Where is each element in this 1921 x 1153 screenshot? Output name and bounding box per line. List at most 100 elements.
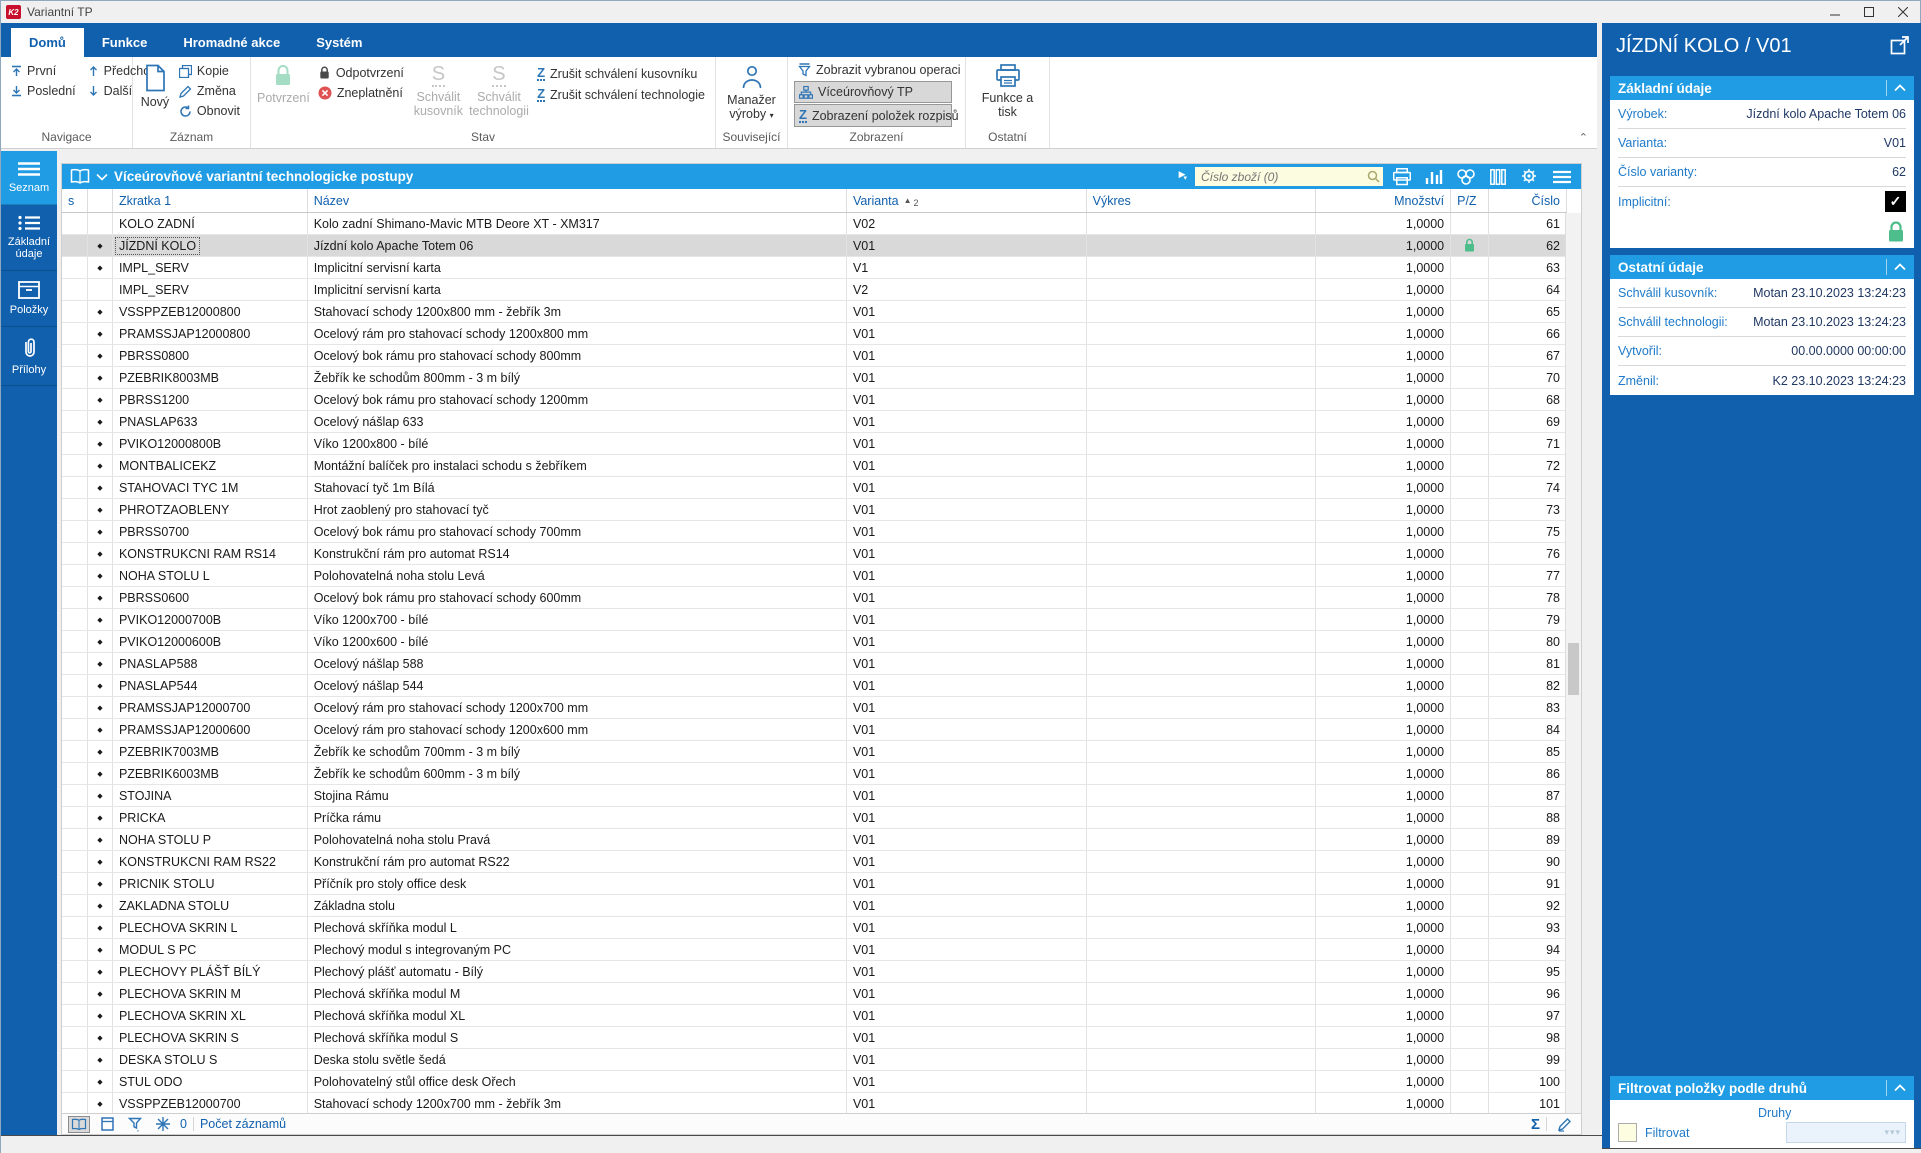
filter-checkbox[interactable] bbox=[1618, 1123, 1637, 1142]
ribbon-collapse-chevron-icon[interactable]: ⌃ bbox=[1579, 131, 1588, 144]
book-view-toggle-icon[interactable] bbox=[68, 1116, 90, 1133]
table-row[interactable]: ◆ STAHOVACI TYC 1M Stahovací tyč 1m Bílá… bbox=[62, 477, 1567, 499]
field-varianta[interactable]: Varianta: V01 bbox=[1618, 129, 1906, 158]
new-button[interactable]: Nový bbox=[139, 61, 171, 109]
unconfirm-button[interactable]: Odpotvrzení bbox=[314, 63, 408, 83]
items-breakdown-view-button[interactable]: Z Zobrazení položek rozpisů bbox=[794, 104, 952, 127]
column-header-nazev[interactable]: Název bbox=[308, 189, 847, 212]
table-row[interactable]: ◆ VSSPPZEB12000800 Stahovací schody 1200… bbox=[62, 301, 1567, 323]
table-row[interactable]: ◆ PBRSS0700 Ocelový bok rámu pro stahova… bbox=[62, 521, 1567, 543]
table-row[interactable]: ◆ PBRSS0600 Ocelový bok rámu pro stahova… bbox=[62, 587, 1567, 609]
table-row[interactable]: ◆ MONTBALICEKZ Montážní balíček pro inst… bbox=[62, 455, 1567, 477]
play-dropdown-icon[interactable]: ▶▾ bbox=[1179, 170, 1189, 179]
table-row[interactable]: ◆ PNASLAP588 Ocelový nášlap 588 V01 1,00… bbox=[62, 653, 1567, 675]
last-button[interactable]: Poslední bbox=[7, 81, 80, 101]
table-row[interactable]: ◆ PRAMSSJAP12000600 Ocelový rám pro stah… bbox=[62, 719, 1567, 741]
table-row[interactable]: ◆ PZEBRIK7003MB Žebřík ke schodům 700mm … bbox=[62, 741, 1567, 763]
chevron-up-icon[interactable] bbox=[1894, 263, 1906, 271]
table-row[interactable]: ◆ NOHA STOLU L Polohovatelná noha stolu … bbox=[62, 565, 1567, 587]
vertical-scrollbar[interactable] bbox=[1565, 213, 1581, 1115]
field-cislo-varianty[interactable]: Číslo varianty: 62 bbox=[1618, 158, 1906, 187]
sum-icon[interactable]: Σ bbox=[1531, 1116, 1540, 1133]
scrollbar-thumb[interactable] bbox=[1568, 643, 1579, 695]
column-header-s[interactable]: s bbox=[62, 189, 88, 212]
multilevel-tp-button[interactable]: Víceúrovňový TP bbox=[794, 81, 952, 103]
chevron-down-icon[interactable] bbox=[96, 173, 108, 181]
field-vyrobek[interactable]: Výrobek: Jízdní kolo Apache Totem 06 bbox=[1618, 100, 1906, 129]
field-schvalil-technologii[interactable]: Schválil technologii: Motan 23.10.2023 1… bbox=[1618, 308, 1906, 337]
table-row[interactable]: ◆ IMPL_SERV Implicitní servisní karta V2… bbox=[62, 279, 1567, 301]
field-zmenil[interactable]: Změnil: K2 23.10.2023 13:24:23 bbox=[1618, 366, 1906, 395]
table-row[interactable]: ◆ MODUL S PC Plechový modul s integrovan… bbox=[62, 939, 1567, 961]
show-selected-operation-button[interactable]: Zobrazit vybranou operaci bbox=[794, 60, 952, 80]
search-input[interactable] bbox=[1195, 167, 1383, 186]
sidebar-item-polozky[interactable]: Položky bbox=[1, 271, 57, 327]
table-row[interactable]: ◆ JÍZDNÍ KOLO Jízdní kolo Apache Totem 0… bbox=[62, 235, 1567, 257]
field-schvalil-kusovnik[interactable]: Schválil kusovník: Motan 23.10.2023 13:2… bbox=[1618, 279, 1906, 308]
section-header[interactable]: Ostatní údaje bbox=[1610, 255, 1914, 279]
table-row[interactable]: ◆ PLECHOVY PLÁŠŤ BÍLÝ Plechový plášť aut… bbox=[62, 961, 1567, 983]
functions-print-button[interactable]: Funkce a tisk bbox=[979, 61, 1037, 120]
book-icon[interactable] bbox=[70, 168, 90, 185]
table-row[interactable]: ◆ PRICNIK STOLU Příčník pro stoly office… bbox=[62, 873, 1567, 895]
sidebar-item-zakladni-udaje[interactable]: Základní údaje bbox=[1, 205, 57, 271]
implicit-checkbox[interactable]: ✓ bbox=[1885, 191, 1906, 212]
print-icon[interactable] bbox=[1389, 166, 1415, 187]
copy-button[interactable]: Kopie bbox=[175, 61, 244, 81]
settings-gear-icon[interactable] bbox=[1517, 166, 1543, 187]
table-row[interactable]: ◆ PLECHOVA SKRIN L Plechová skříňka modu… bbox=[62, 917, 1567, 939]
table-row[interactable]: ◆ PZEBRIK6003MB Žebřík ke schodům 600mm … bbox=[62, 763, 1567, 785]
table-row[interactable]: ◆ VSSPPZEB12000700 Stahovací schody 1200… bbox=[62, 1093, 1567, 1115]
close-button[interactable] bbox=[1886, 1, 1920, 23]
table-row[interactable]: ◆ PZEBRIK8003MB Žebřík ke schodům 800mm … bbox=[62, 367, 1567, 389]
chart-icon[interactable] bbox=[1421, 166, 1447, 187]
table-row[interactable]: ◆ PBRSS0800 Ocelový bok rámu pro stahova… bbox=[62, 345, 1567, 367]
column-header-pz[interactable]: P/Z bbox=[1451, 189, 1489, 212]
table-row[interactable]: ◆ PLECHOVA SKRIN S Plechová skříňka modu… bbox=[62, 1027, 1567, 1049]
column-header-cislo[interactable]: Číslo bbox=[1489, 189, 1567, 212]
box-view-icon[interactable] bbox=[96, 1116, 118, 1133]
invalidate-button[interactable]: Zneplatnění bbox=[314, 83, 408, 103]
table-row[interactable]: ◆ PVIKO12000700B Víko 1200x700 - bílé V0… bbox=[62, 609, 1567, 631]
table-row[interactable]: ◆ DESKA STOLU S Deska stolu světle šedá … bbox=[62, 1049, 1567, 1071]
table-row[interactable]: ◆ PBRSS1200 Ocelový bok rámu pro stahova… bbox=[62, 389, 1567, 411]
column-header-varianta[interactable]: Varianta ▲ 2 bbox=[847, 189, 1087, 212]
snowflake-icon[interactable] bbox=[152, 1116, 174, 1133]
minimize-button[interactable] bbox=[1818, 1, 1852, 23]
sidebar-item-seznam[interactable]: Seznam bbox=[1, 151, 57, 205]
tab-hromadne-akce[interactable]: Hromadné akce bbox=[165, 28, 298, 57]
table-row[interactable]: ◆ KONSTRUKCNI RAM RS22 Konstrukční rám p… bbox=[62, 851, 1567, 873]
first-button[interactable]: První bbox=[7, 61, 80, 81]
table-row[interactable]: ◆ PRICKA Príčka rámu V01 1,0000 88 bbox=[62, 807, 1567, 829]
table-row[interactable]: ◆ PRAMSSJAP12000800 Ocelový rám pro stah… bbox=[62, 323, 1567, 345]
column-header-vykres[interactable]: Výkres bbox=[1087, 189, 1317, 212]
section-header[interactable]: Základní údaje bbox=[1610, 76, 1914, 100]
columns-icon[interactable] bbox=[1485, 166, 1511, 187]
table-row[interactable]: ◆ KOLO ZADNÍ Kolo zadní Shimano-Mavic MT… bbox=[62, 213, 1567, 235]
tab-funkce[interactable]: Funkce bbox=[84, 28, 166, 57]
table-row[interactable]: ◆ STOJINA Stojina Rámu V01 1,0000 87 bbox=[62, 785, 1567, 807]
table-row[interactable]: ◆ ZAKLADNA STOLU Základna stolu V01 1,00… bbox=[62, 895, 1567, 917]
refresh-button[interactable]: Obnovit bbox=[175, 101, 244, 121]
menu-hamburger-icon[interactable] bbox=[1549, 166, 1575, 187]
cancel-tech-approval-button[interactable]: Z Zrušit schválení technologie bbox=[533, 84, 709, 105]
column-header-mnozstvi[interactable]: Množství bbox=[1316, 189, 1451, 212]
open-external-icon[interactable] bbox=[1890, 35, 1910, 55]
field-implicitni[interactable]: Implicitní: ✓ bbox=[1618, 187, 1906, 216]
sidebar-item-prilohy[interactable]: Přílohy bbox=[1, 327, 57, 387]
table-row[interactable]: ◆ IMPL_SERV Implicitní servisní karta V1… bbox=[62, 257, 1567, 279]
gears-icon[interactable] bbox=[1453, 166, 1479, 187]
table-row[interactable]: ◆ KONSTRUKCNI RAM RS14 Konstrukční rám p… bbox=[62, 543, 1567, 565]
table-row[interactable]: ◆ PHROTZAOBLENY Hrot zaoblený pro stahov… bbox=[62, 499, 1567, 521]
chevron-up-icon[interactable] bbox=[1894, 1084, 1906, 1092]
field-vytvoril[interactable]: Vytvořil: 00.00.0000 00:00:00 bbox=[1618, 337, 1906, 366]
table-row[interactable]: ◆ PVIKO12000800B Víko 1200x800 - bílé V0… bbox=[62, 433, 1567, 455]
filter-icon[interactable] bbox=[124, 1116, 146, 1133]
section-header[interactable]: Filtrovat položky podle druhů bbox=[1610, 1076, 1914, 1100]
table-row[interactable]: ◆ PNASLAP633 Ocelový nášlap 633 V01 1,00… bbox=[62, 411, 1567, 433]
cancel-bom-approval-button[interactable]: Z Zrušit schválení kusovníku bbox=[533, 63, 709, 84]
table-row[interactable]: ◆ NOHA STOLU P Polohovatelná noha stolu … bbox=[62, 829, 1567, 851]
tab-system[interactable]: Systém bbox=[298, 28, 380, 57]
column-header-marker[interactable] bbox=[88, 189, 113, 212]
table-row[interactable]: ◆ PRAMSSJAP12000700 Ocelový rám pro stah… bbox=[62, 697, 1567, 719]
